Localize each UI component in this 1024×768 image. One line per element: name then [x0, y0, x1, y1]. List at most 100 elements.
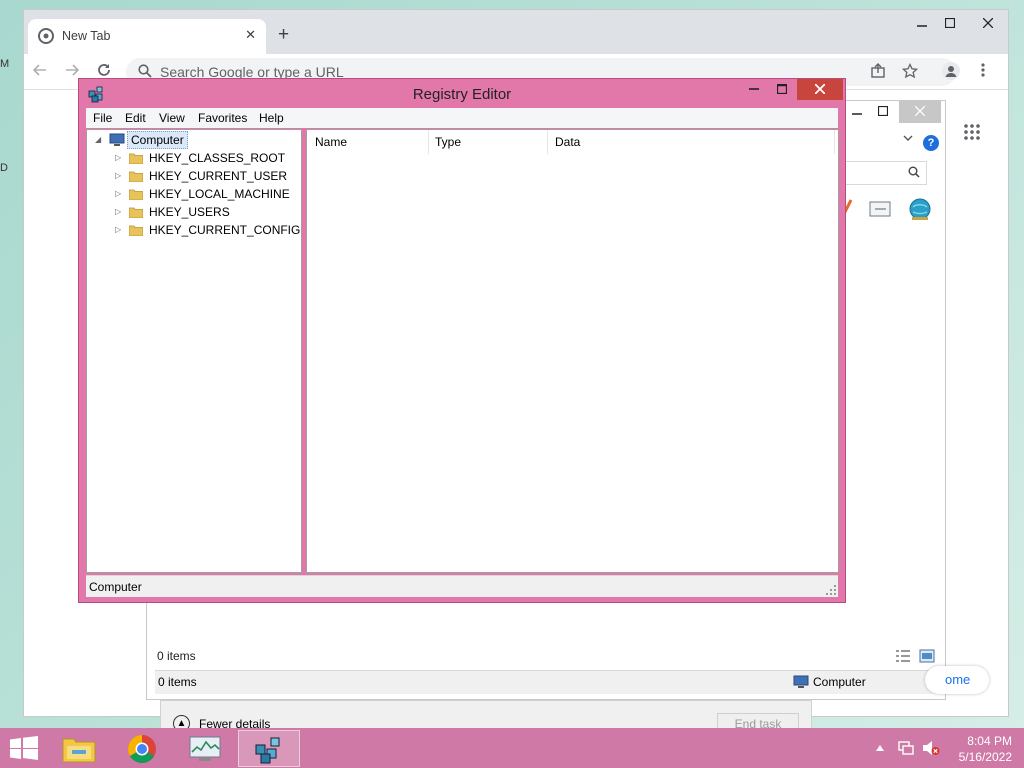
- tree-node-label: HKEY_LOCAL_MACHINE: [149, 187, 290, 201]
- details-view-icon[interactable]: [895, 649, 911, 663]
- expand-triangle-icon[interactable]: ▷: [115, 167, 121, 185]
- close-icon: [814, 83, 826, 95]
- tab-close-icon[interactable]: ✕: [245, 27, 256, 43]
- taskbar: 8:04 PM 5/16/2022: [0, 728, 1024, 768]
- tab-strip: New Tab ✕ +: [24, 10, 1008, 54]
- back-arrow-icon[interactable]: [32, 62, 48, 78]
- new-tab-button[interactable]: +: [278, 25, 289, 44]
- tree-node-computer[interactable]: ◢ Computer: [95, 131, 195, 149]
- tree-node-hkcu[interactable]: ▷ HKEY_CURRENT_USER: [115, 167, 301, 185]
- close-icon: [982, 17, 994, 29]
- relaunch-label: ome: [945, 672, 971, 687]
- regedit-status-path: Computer: [89, 580, 142, 594]
- network-globe-icon[interactable]: [907, 197, 933, 221]
- expand-triangle-icon[interactable]: ▷: [115, 149, 121, 167]
- taskbar-clock[interactable]: 8:04 PM 5/16/2022: [942, 733, 1012, 765]
- folder-icon: [129, 171, 143, 182]
- computer-icon: [109, 133, 125, 146]
- large-icons-view-icon[interactable]: [919, 649, 935, 663]
- column-header-data[interactable]: Data: [547, 130, 835, 154]
- taskbar-file-explorer[interactable]: [48, 730, 110, 767]
- menu-view[interactable]: View: [159, 111, 185, 125]
- task-manager-location: Computer: [813, 675, 866, 689]
- bookmark-star-icon[interactable]: [902, 63, 918, 79]
- help-icon[interactable]: ?: [923, 135, 939, 151]
- share-icon[interactable]: [870, 63, 886, 79]
- desktop-icon-label: D: [0, 162, 8, 174]
- taskbar-registry-editor[interactable]: [238, 730, 300, 767]
- explorer-maximize-button[interactable]: [865, 101, 901, 123]
- close-button[interactable]: [968, 14, 1008, 36]
- desktop-icon-label: M: [0, 58, 10, 70]
- folder-icon: [129, 225, 143, 236]
- regedit-maximize-button[interactable]: [771, 79, 793, 100]
- taskbar-chrome[interactable]: [112, 730, 174, 767]
- maximize-icon: [877, 105, 889, 117]
- minimize-button[interactable]: [907, 14, 937, 36]
- regedit-minimize-button[interactable]: [743, 79, 765, 100]
- tab-new-tab[interactable]: New Tab ✕: [28, 19, 266, 54]
- maximize-icon: [944, 17, 956, 29]
- chrome-favicon-icon: [38, 28, 54, 44]
- maximize-icon: [776, 83, 788, 95]
- chrome-icon: [128, 735, 156, 763]
- regedit-close-button[interactable]: [797, 79, 843, 100]
- network-icon[interactable]: [897, 740, 915, 756]
- search-icon: [138, 64, 152, 78]
- tree-root-label: Computer: [127, 131, 188, 149]
- minimize-icon: [917, 25, 927, 27]
- column-header-type[interactable]: Type: [427, 130, 548, 154]
- task-manager-statusbar: 0 items Computer: [155, 670, 941, 694]
- regedit-menubar: File Edit View Favorites Help: [86, 108, 838, 128]
- registry-editor-titlebar[interactable]: Registry Editor: [79, 79, 845, 107]
- column-header-name[interactable]: Name: [307, 130, 429, 154]
- expand-triangle-icon[interactable]: ▷: [115, 221, 121, 239]
- menu-file[interactable]: File: [93, 111, 112, 125]
- expand-triangle-icon[interactable]: ▷: [115, 203, 121, 221]
- forward-arrow-icon[interactable]: [64, 62, 80, 78]
- clock-date: 5/16/2022: [958, 750, 1012, 764]
- show-hidden-icons-icon[interactable]: [876, 745, 884, 751]
- menu-dots-icon[interactable]: [980, 62, 986, 78]
- tree-node-hklm[interactable]: ▷ HKEY_LOCAL_MACHINE: [115, 185, 301, 203]
- task-manager-footer: ▲ Fewer details End task: [160, 700, 812, 735]
- menu-favorites[interactable]: Favorites: [198, 111, 247, 125]
- tree-node-hkcc[interactable]: ▷ HKEY_CURRENT_CONFIG: [115, 221, 301, 239]
- menu-edit[interactable]: Edit: [125, 111, 146, 125]
- folder-icon: [129, 189, 143, 200]
- collapse-triangle-icon[interactable]: ◢: [95, 131, 101, 149]
- minimize-icon: [852, 113, 862, 115]
- resize-grip-icon[interactable]: [826, 585, 836, 595]
- clock-time: 8:04 PM: [967, 734, 1012, 748]
- windows-start-icon[interactable]: [10, 736, 38, 760]
- close-icon: [914, 105, 926, 117]
- explorer-close-button[interactable]: [899, 101, 941, 123]
- explorer-status-items: 0 items: [157, 649, 196, 663]
- reload-icon[interactable]: [96, 62, 112, 78]
- task-manager-icon: [189, 736, 221, 761]
- registry-values-pane[interactable]: Name Type Data: [306, 129, 839, 573]
- tree-node-label: HKEY_CURRENT_USER: [149, 169, 288, 183]
- apps-grid-icon[interactable]: [964, 124, 980, 140]
- tree-node-hkcr[interactable]: ▷ HKEY_CLASSES_ROOT: [115, 149, 301, 167]
- taskbar-task-manager[interactable]: [174, 730, 236, 767]
- tree-node-hku[interactable]: ▷ HKEY_USERS: [115, 203, 301, 221]
- tree-node-label: HKEY_USERS: [149, 205, 230, 219]
- folder-icon: [129, 207, 143, 218]
- regedit-statusbar: Computer: [86, 575, 838, 597]
- maximize-button[interactable]: [935, 14, 965, 36]
- folder-icon: [129, 153, 143, 164]
- chevron-down-icon[interactable]: [903, 134, 913, 142]
- regedit-icon: [255, 737, 280, 764]
- registry-tree-pane[interactable]: ◢ Computer ▷ HKEY_CLASSES_ROOT ▷ HKEY_CU…: [86, 129, 302, 573]
- volume-muted-icon[interactable]: [922, 740, 940, 756]
- registry-editor-window: Registry Editor File Edit View Favorites…: [78, 78, 846, 603]
- tree-node-label: HKEY_CURRENT_CONFIG: [149, 223, 301, 237]
- expand-triangle-icon[interactable]: ▷: [115, 185, 121, 203]
- properties-icon[interactable]: [869, 201, 891, 217]
- minimize-icon: [749, 88, 759, 90]
- profile-avatar-icon[interactable]: [942, 62, 960, 80]
- menu-help[interactable]: Help: [259, 111, 284, 125]
- task-manager-status-items: 0 items: [158, 675, 197, 689]
- chrome-relaunch-pill[interactable]: ome: [925, 666, 989, 694]
